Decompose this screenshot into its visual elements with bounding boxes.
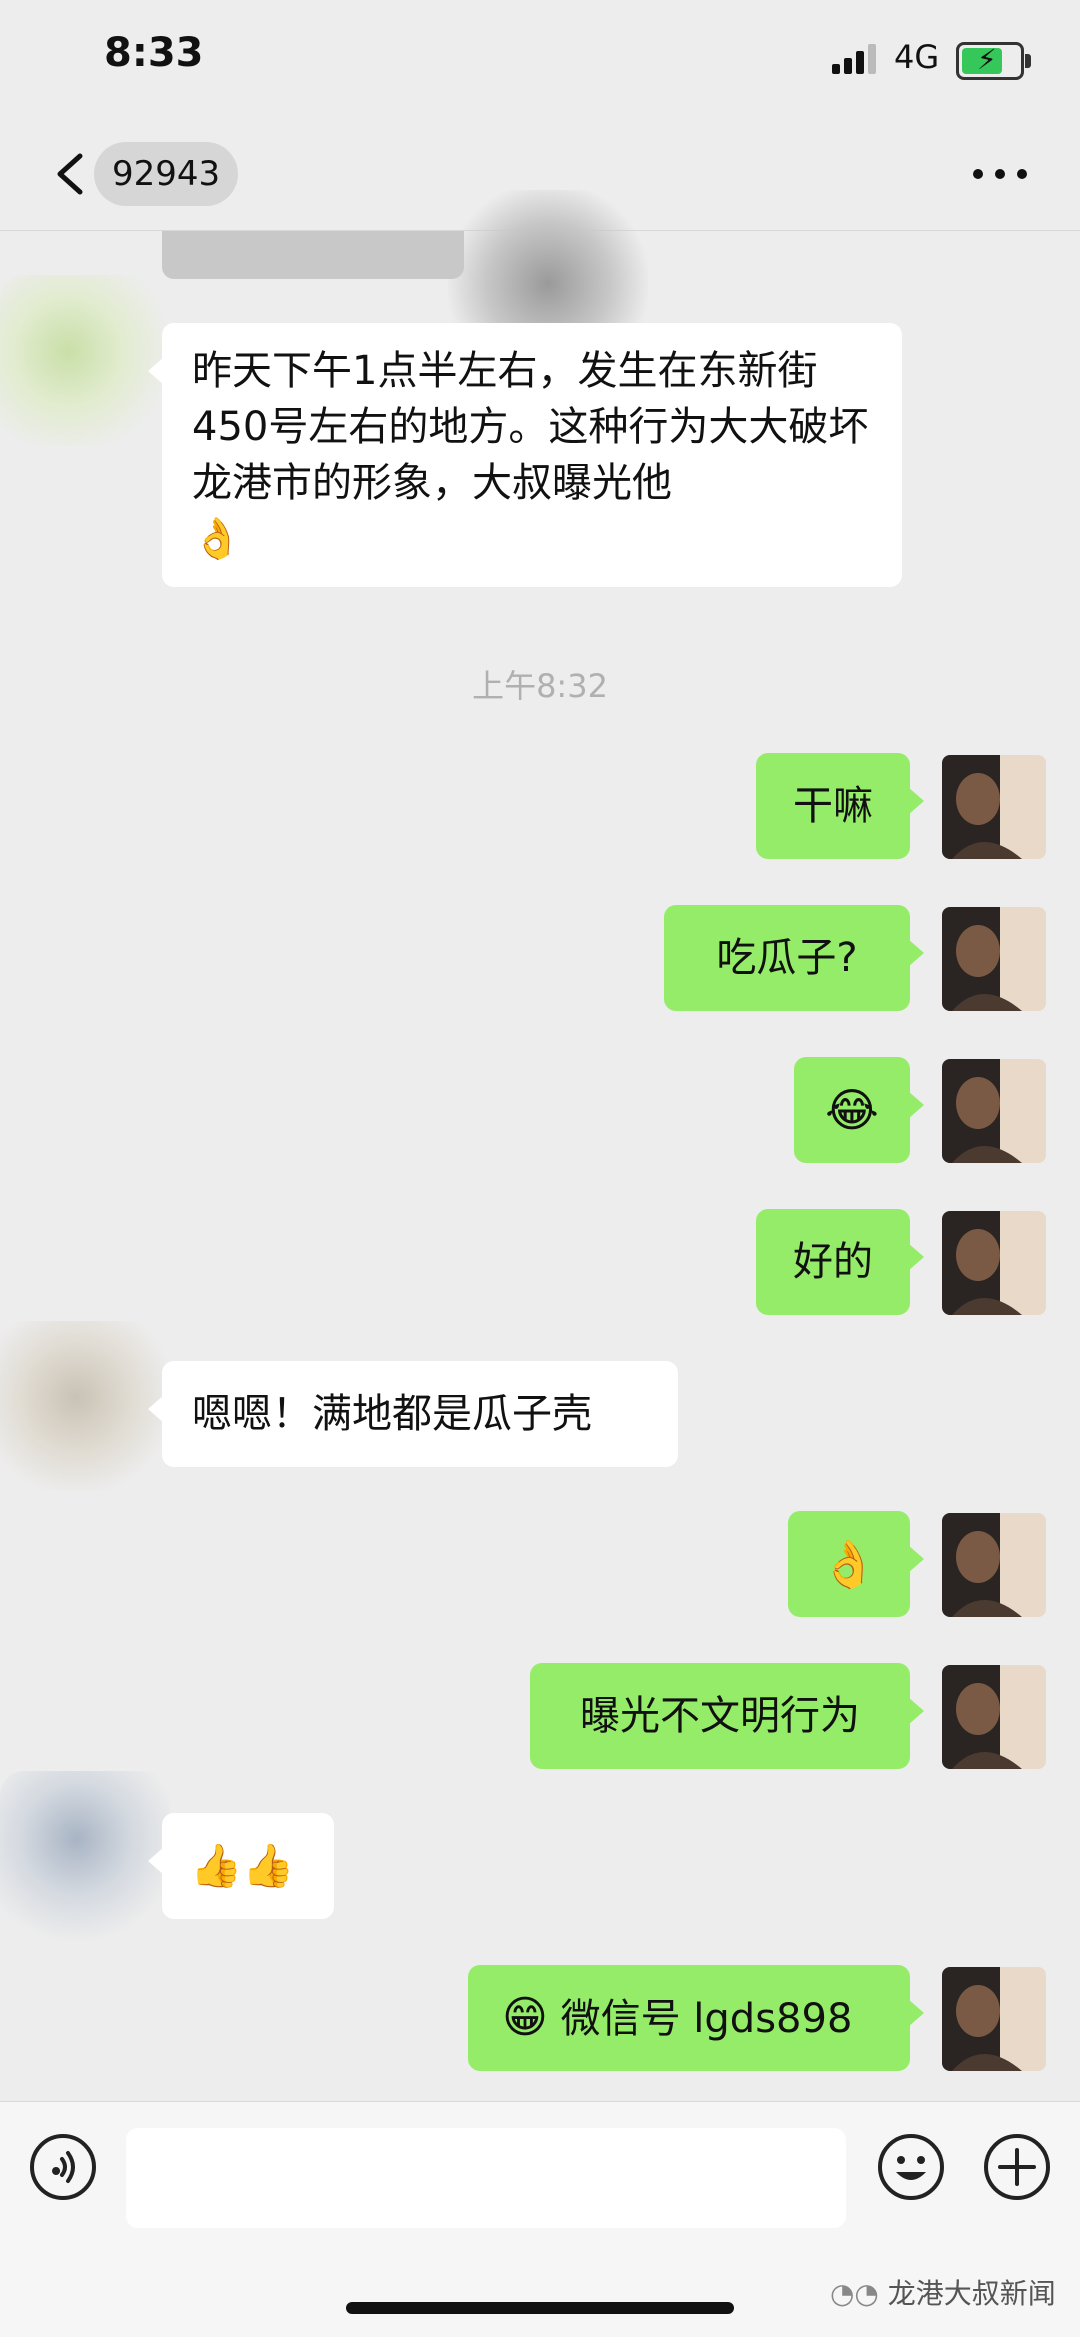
message-bubble-sent[interactable]: 好的 (756, 1209, 924, 1315)
avatar-blurred[interactable] (0, 275, 170, 445)
message-bubble-sent[interactable]: 吃瓜子? (664, 905, 924, 1011)
voice-icon[interactable] (28, 2132, 98, 2202)
avatar[interactable] (942, 755, 1046, 859)
thumbs-up-icon: 👍 (242, 1841, 295, 1890)
message-timestamp: 上午8:32 (472, 667, 608, 705)
more-dots-icon[interactable] (970, 164, 1030, 184)
message-bubble-received[interactable]: 👍👍 (148, 1813, 334, 1919)
grinning-emoji-icon: 😁 (502, 1992, 548, 2043)
message-bubble-received[interactable]: 嗯嗯！满地都是瓜子壳 (148, 1361, 678, 1467)
message-bubble-sent[interactable]: 曝光不文明行为 (530, 1663, 924, 1769)
thumbs-up-icon: 👍 (190, 1841, 243, 1890)
message-input[interactable] (126, 2128, 846, 2228)
status-bar: 8:33 4G ⚡ (0, 0, 1080, 120)
avatar[interactable] (942, 1059, 1046, 1163)
message-text: 干嘛 (793, 783, 873, 829)
input-bar: ◔◔ 龙港大叔新闻 (0, 2101, 1080, 2337)
avatar-blurred[interactable] (0, 1321, 170, 1491)
message-bubble-sent[interactable]: 😁 微信号 lgds898 (468, 1965, 924, 2071)
message-text: 嗯嗯！满地都是瓜子壳 (192, 1391, 592, 1437)
plus-icon[interactable] (982, 2132, 1052, 2202)
emoji-icon[interactable] (876, 2132, 946, 2202)
message-text: 曝光不文明行为 (580, 1693, 860, 1739)
home-indicator[interactable] (346, 2302, 734, 2314)
network-type: 4G (894, 38, 940, 76)
watermark: ◔◔ 龙港大叔新闻 (830, 2272, 1056, 2312)
avatar[interactable] (942, 907, 1046, 1011)
signal-icon (832, 44, 876, 74)
message-bubble-sent[interactable]: 👌 (788, 1511, 924, 1617)
avatar[interactable] (942, 1513, 1046, 1617)
ok-hand-emoji-icon: 👌 (820, 1537, 878, 1591)
avatar[interactable] (942, 1211, 1046, 1315)
message-text: 吃瓜子? (716, 935, 858, 981)
image-message-partial[interactable] (162, 231, 464, 279)
wechat-icon: ◔◔ (830, 2277, 879, 2310)
message-bubble-received[interactable]: 昨天下午1点半左右，发生在东新街450号左右的地方。这种行为大大破坏龙港市的形象… (148, 323, 902, 587)
contact-name[interactable]: 92943 (94, 142, 239, 206)
watermark-text: 龙港大叔新闻 (887, 2277, 1056, 2310)
status-time: 8:33 (104, 30, 204, 76)
hand-icon: 👌 (192, 516, 242, 562)
laughing-crying-emoji-icon: 😂 (825, 1083, 879, 1137)
avatar[interactable] (942, 1967, 1046, 2071)
chat-header: 92943 (0, 120, 1080, 360)
message-text: 微信号 lgds898 (560, 1996, 853, 2042)
avatar[interactable] (942, 1665, 1046, 1769)
message-text: 好的 (793, 1239, 873, 1285)
avatar-blurred[interactable] (0, 1771, 170, 1941)
message-bubble-sent[interactable]: 干嘛 (756, 753, 924, 859)
message-text: 昨天下午1点半左右，发生在东新街450号左右的地方。这种行为大大破坏龙港市的形象… (192, 348, 869, 506)
message-list[interactable]: 昨天下午1点半左右，发生在东新街450号左右的地方。这种行为大大破坏龙港市的形象… (0, 231, 1080, 2101)
battery-icon: ⚡ (956, 42, 1031, 80)
message-bubble-sent[interactable]: 😂 (794, 1057, 924, 1163)
